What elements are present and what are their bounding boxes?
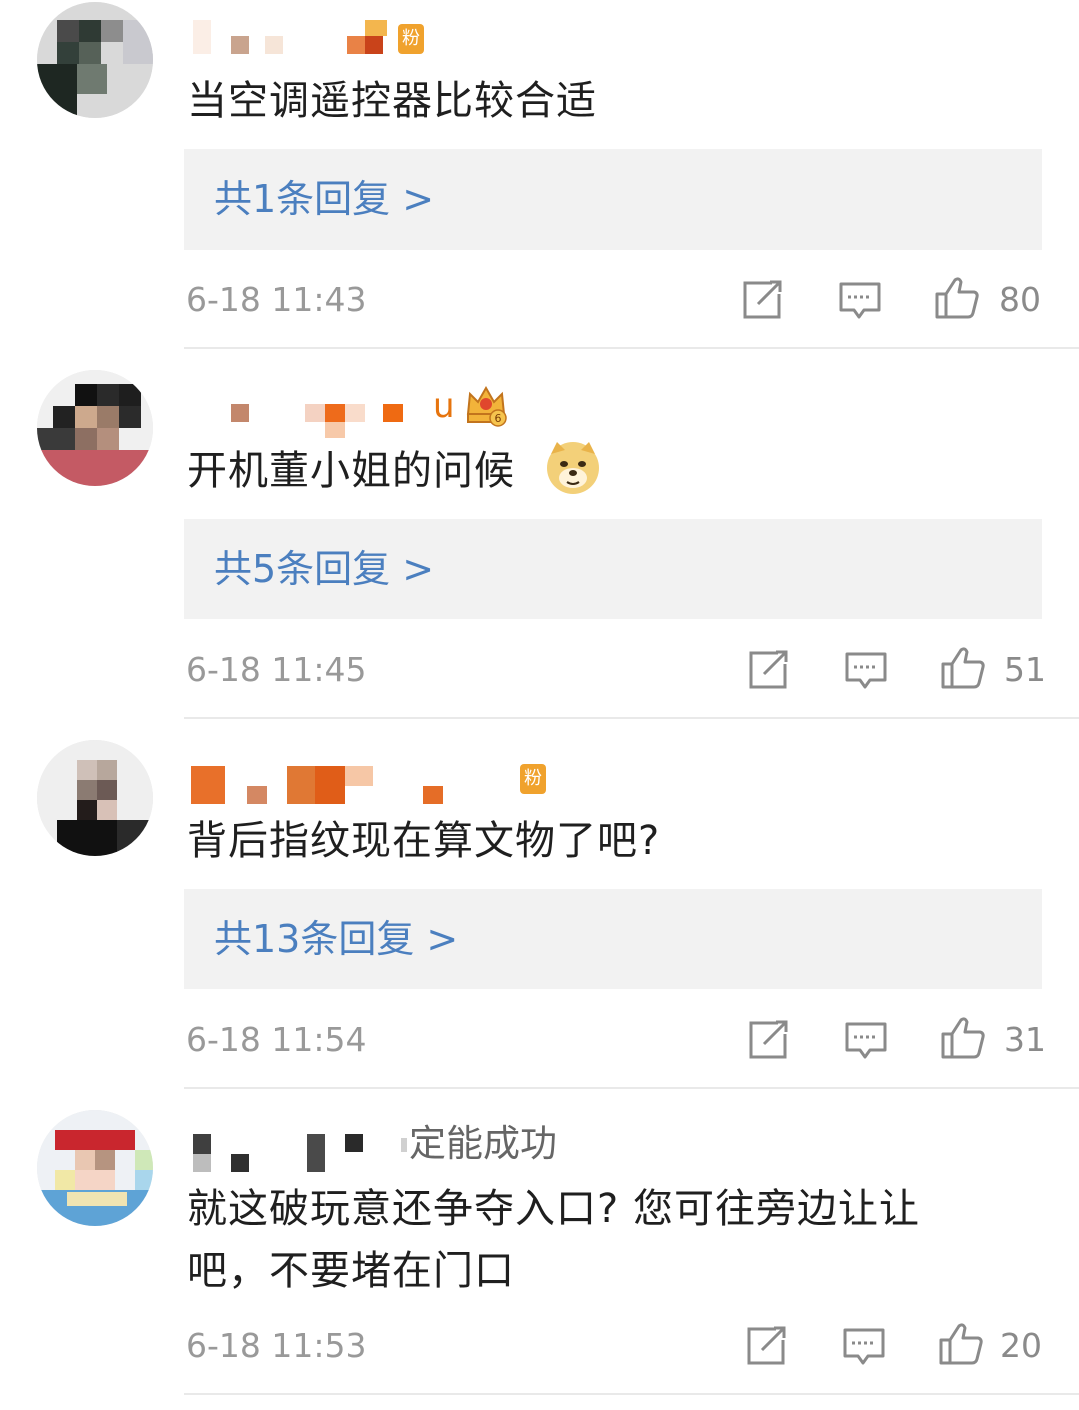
share-icon[interactable]	[742, 280, 784, 320]
comment-icon[interactable]	[844, 651, 888, 691]
share-icon[interactable]	[748, 1020, 790, 1060]
reply-summary-box[interactable]: 共1条回复 >	[184, 149, 1042, 250]
thumbs-up-icon[interactable]	[940, 1016, 986, 1060]
thumbs-up-icon[interactable]	[934, 276, 980, 320]
comment-text: 背后指纹现在算文物了吧?	[187, 818, 661, 864]
comment-item: 定能成功 就这破玩意还争夺入口? 您可往旁边让让吧，不要堵在门口 6-18 11…	[0, 1090, 1079, 1410]
comment-text: 当空调遥控器比较合适	[187, 78, 597, 124]
comment-timestamp: 6-18 11:43	[186, 280, 367, 319]
comment-icon[interactable]	[838, 281, 882, 321]
divider	[184, 717, 1079, 719]
fan-badge: 粉	[398, 24, 424, 54]
username-visible-part[interactable]: 定能成功	[409, 1122, 557, 1166]
like-count: 51	[1004, 650, 1046, 689]
comment-icon[interactable]	[844, 1021, 888, 1061]
comment-timestamp: 6-18 11:45	[186, 650, 367, 689]
avatar[interactable]	[37, 2, 153, 118]
view-replies-link[interactable]: 共1条回复 >	[214, 173, 434, 225]
divider	[184, 1087, 1079, 1089]
divider	[184, 347, 1079, 349]
reply-summary-box[interactable]: 共5条回复 >	[184, 519, 1042, 619]
username-suffix[interactable]: u	[433, 386, 455, 426]
view-replies-link[interactable]: 共13条回复 >	[214, 913, 458, 965]
username-obscured[interactable]	[187, 766, 487, 806]
fan-badge: 粉	[520, 764, 546, 794]
comment-timestamp: 6-18 11:54	[186, 1020, 367, 1059]
view-replies-link[interactable]: 共5条回复 >	[214, 543, 434, 595]
crown-badge-level: 6	[495, 412, 502, 425]
comment-icon[interactable]	[842, 1327, 886, 1367]
username-obscured[interactable]	[187, 390, 427, 438]
username-obscured[interactable]	[187, 1134, 407, 1174]
crown-badge-icon: 6	[466, 385, 507, 427]
comment-timestamp: 6-18 11:53	[186, 1326, 367, 1365]
like-count: 31	[1004, 1020, 1046, 1059]
avatar[interactable]	[37, 370, 153, 486]
comment-item: 粉 背后指纹现在算文物了吧? 共13条回复 > 6-18 11:54 31	[0, 720, 1079, 1090]
thumbs-up-icon[interactable]	[940, 646, 986, 690]
divider	[184, 1393, 1079, 1395]
share-icon[interactable]	[748, 650, 790, 690]
like-count: 20	[1000, 1326, 1042, 1365]
doge-emoji-icon	[547, 442, 599, 494]
comment-text: 就这破玩意还争夺入口? 您可往旁边让让吧，不要堵在门口	[187, 1186, 920, 1294]
comment-item: 粉 当空调遥控器比较合适 共1条回复 > 6-18 11:43 80	[0, 0, 1079, 350]
comment-item: u 6 开机董小姐的问候 共5条回复 > 6-18 11:45 51	[0, 350, 1079, 720]
reply-summary-box[interactable]: 共13条回复 >	[184, 889, 1042, 989]
thumbs-up-icon[interactable]	[938, 1322, 984, 1366]
share-icon[interactable]	[746, 1326, 788, 1366]
avatar[interactable]	[37, 740, 153, 856]
avatar[interactable]	[37, 1110, 153, 1226]
like-count: 80	[999, 280, 1041, 319]
